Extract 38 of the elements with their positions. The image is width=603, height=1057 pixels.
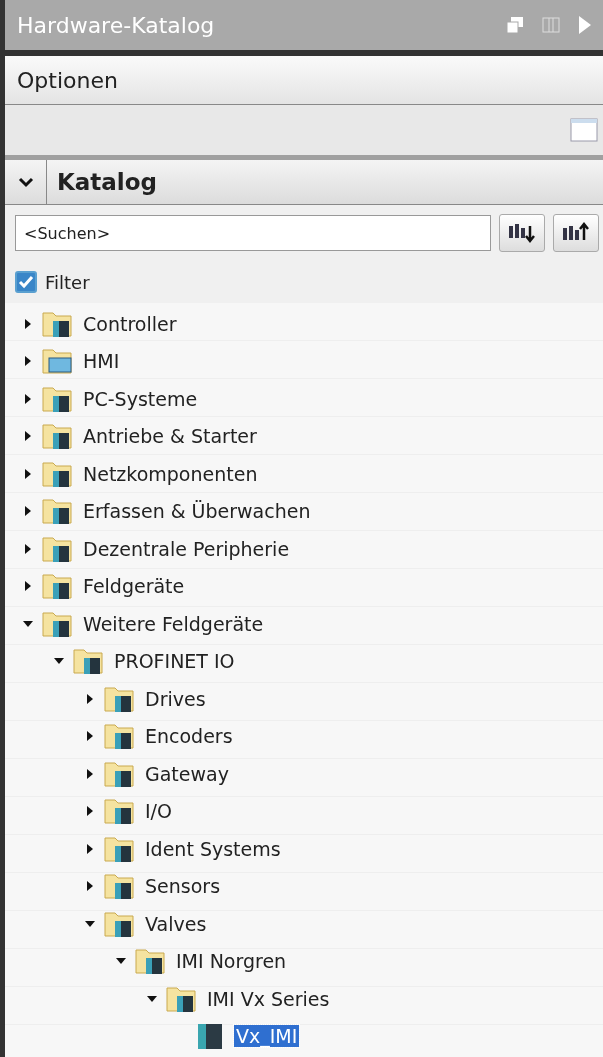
- folder-icon: [41, 496, 73, 527]
- chevron-icon: [17, 176, 34, 188]
- window-title: Hardware-Katalog: [17, 12, 215, 38]
- filter-label: Filter: [45, 271, 90, 293]
- tree-item[interactable]: Antriebe & Starter: [81, 425, 259, 448]
- filter-checkbox[interactable]: [15, 271, 37, 293]
- tree-item[interactable]: Dezentrale Peripherie: [81, 537, 292, 560]
- folder-icon: [103, 721, 135, 752]
- tree-item[interactable]: Controller: [81, 312, 179, 335]
- folder-icon: [41, 421, 73, 452]
- tree-item[interactable]: PC-Systeme: [81, 387, 200, 410]
- folder-screen-icon: [41, 346, 73, 377]
- tree-item[interactable]: Drives: [143, 687, 208, 710]
- tree-item[interactable]: I/O: [143, 800, 174, 823]
- tree-item[interactable]: Vx_IMI: [234, 1025, 300, 1048]
- tree-item[interactable]: Sensors: [143, 875, 223, 898]
- folder-icon: [134, 946, 166, 977]
- folder-icon: [72, 646, 104, 677]
- tree-item[interactable]: IMI Vx Series: [205, 987, 332, 1010]
- tree-item[interactable]: Feldgeräte: [81, 575, 187, 598]
- tree-item[interactable]: Erfassen & Überwachen: [81, 500, 313, 523]
- tree-item[interactable]: HMI: [81, 350, 122, 373]
- tree-item[interactable]: Gateway: [143, 762, 231, 785]
- search-field[interactable]: <Suchen>: [15, 215, 491, 251]
- folder-icon: [41, 571, 73, 602]
- tree-item[interactable]: Weitere Feldgeräte: [81, 612, 266, 635]
- tree-item[interactable]: Ident Systems: [143, 837, 283, 860]
- options-title: Optionen: [17, 67, 118, 93]
- tree-item[interactable]: Netzkomponenten: [81, 462, 260, 485]
- catalog-title: Katalog: [57, 169, 157, 195]
- search-down-button[interactable]: [499, 214, 545, 252]
- folder-icon: [103, 871, 135, 902]
- tree-item[interactable]: IMI Norgren: [174, 950, 289, 973]
- search-up-button[interactable]: [553, 214, 599, 252]
- tree-item[interactable]: Valves: [143, 912, 209, 935]
- folder-icon: [103, 796, 135, 827]
- tree-item[interactable]: Encoders: [143, 725, 235, 748]
- tree-item[interactable]: PROFINET IO: [112, 650, 237, 673]
